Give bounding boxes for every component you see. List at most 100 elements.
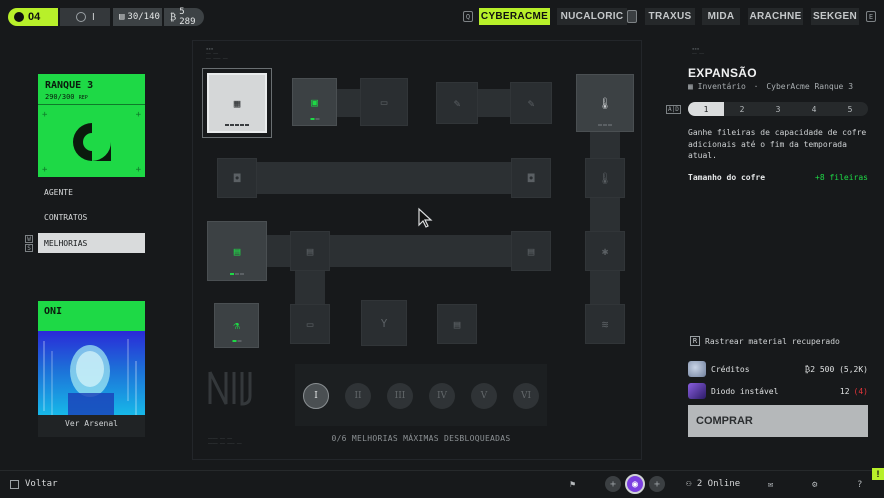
mail-icon[interactable]: ✉	[768, 480, 773, 490]
brand-tab-nucaloric-marker	[627, 10, 637, 23]
view-arsenal-link[interactable]: Ver Arsenal	[38, 419, 145, 428]
tier-4-button[interactable]: IV	[429, 383, 455, 409]
level-1-button[interactable]: 1	[688, 102, 724, 116]
brand-tab-cyberacme[interactable]: CYBERACME	[479, 8, 550, 25]
tier-6-button[interactable]: VI	[513, 383, 539, 409]
online-status[interactable]: ⚇ 2 Online	[686, 479, 740, 489]
upgrade-node[interactable]: ✱	[585, 231, 625, 271]
tier-3-button[interactable]: III	[387, 383, 413, 409]
flask-icon: ⚗	[233, 319, 240, 332]
card-icon: ▤	[453, 317, 461, 331]
upgrade-node[interactable]: ▭	[360, 78, 408, 126]
panel-corner-text: ▪▪▪ —— ——	[692, 46, 705, 56]
level-5-button[interactable]: 5	[832, 102, 868, 116]
back-button[interactable]: Voltar	[10, 479, 58, 489]
menu-melhorias[interactable]: MELHORIAS	[38, 233, 145, 253]
upgrade-node[interactable]: Y	[361, 300, 407, 346]
brand-tab-arachne[interactable]: ARACHNE	[748, 8, 803, 25]
rank-card[interactable]: RANQUE 3 290/300 REP + + + +	[38, 74, 145, 177]
next-brand-key[interactable]: E	[866, 11, 876, 22]
tier-2-button[interactable]: II	[345, 383, 371, 409]
tier-strip	[295, 364, 547, 426]
cost-row-diode: Diodo instável 12 (4)	[688, 383, 868, 399]
upgrade-node[interactable]: ◘	[217, 158, 257, 198]
inventory-icon: ▦	[688, 82, 693, 91]
track-label: Rastrear material recuperado	[705, 336, 840, 346]
node-progress	[225, 124, 249, 126]
level-4-button[interactable]: 4	[796, 102, 832, 116]
menu-agente[interactable]: AGENTE	[38, 182, 145, 202]
oni-card[interactable]: ONI Ver Arsenal	[38, 301, 145, 437]
pencil-icon: ✎	[453, 96, 461, 110]
upgrade-node[interactable]: ▤	[511, 231, 551, 271]
upgrade-node[interactable]: ▤	[290, 231, 330, 271]
upgrade-progress-status: 0/6 MELHORIAS MÁXIMAS DESBLOQUEADAS	[331, 434, 511, 443]
currency-icon: ₿	[170, 12, 177, 23]
cyberacme-logo-icon	[73, 123, 111, 161]
track	[236, 162, 532, 194]
level-switch-keys: A|D	[666, 105, 681, 114]
node-progress	[310, 118, 319, 120]
bottom-bar	[0, 470, 884, 498]
top-bar: 04 I ▤ 30/140 ₿ 5 289 Q CYBERACME NUCALO…	[0, 0, 884, 32]
upgrade-node[interactable]: ▤	[207, 221, 267, 281]
flag-icon[interactable]: ⚑	[570, 480, 575, 490]
upgrade-node[interactable]: ≋	[585, 304, 625, 344]
level-3-button[interactable]: 3	[760, 102, 796, 116]
runner-icon	[14, 12, 24, 22]
cash-icon: ▭	[380, 95, 388, 109]
upgrade-node[interactable]: ✎	[436, 82, 478, 124]
canister-icon: ◘	[527, 171, 535, 185]
menu-contratos[interactable]: CONTRATOS	[38, 207, 145, 227]
gear-icon[interactable]: ⚙	[812, 480, 817, 490]
storage-counter: ▤ 30/140	[113, 8, 162, 26]
breadcrumb-separator: ·	[753, 82, 759, 91]
prev-brand-key[interactable]: Q	[463, 11, 473, 22]
upgrade-node-expansion[interactable]: ▦	[202, 68, 272, 138]
level-2-button[interactable]: 2	[724, 102, 760, 116]
brand-tab-mida[interactable]: MIDA	[702, 8, 740, 25]
rank-badge[interactable]: I	[60, 8, 110, 26]
people-icon: ⚇	[686, 479, 692, 489]
buy-button[interactable]: COMPRAR	[688, 405, 868, 437]
cursor-icon	[418, 207, 433, 228]
currency-value: 5 289	[179, 7, 196, 27]
help-icon[interactable]: ?	[857, 480, 862, 490]
track-key: R	[690, 336, 700, 346]
player-level-badge[interactable]: 04	[8, 8, 58, 26]
back-key-icon	[10, 479, 19, 489]
track	[590, 130, 620, 310]
upgrade-node[interactable]: ▤	[437, 304, 477, 344]
upgrade-node[interactable]: ✎	[510, 82, 552, 124]
track-material-button[interactable]: R Rastrear material recuperado	[690, 336, 840, 346]
canister-icon: ◘	[233, 171, 241, 185]
brand-tab-nucaloric[interactable]: NUCALORIC	[557, 8, 627, 25]
oni-portrait	[38, 331, 145, 415]
cost-amount: 12	[839, 386, 850, 396]
storage-value: 30/140	[127, 12, 160, 22]
upgrade-node[interactable]: ▭	[290, 304, 330, 344]
add-party-right-button[interactable]: +	[649, 476, 665, 492]
pencil-icon: ✎	[527, 96, 535, 110]
upgrade-node[interactable]: ◘	[511, 158, 551, 198]
upgrade-node[interactable]: 🌡	[585, 158, 625, 198]
chip-icon: ✱	[601, 244, 609, 258]
thermo-up-icon: 🌡	[598, 96, 612, 110]
breadcrumb-inventory: Inventário	[697, 82, 746, 91]
upgrade-node[interactable]: 🌡	[576, 74, 634, 132]
thermo-icon: 🌡	[598, 171, 612, 185]
brand-tab-traxus[interactable]: TRAXUS	[645, 8, 695, 25]
upgrade-node[interactable]: ⚗	[214, 303, 259, 348]
tier-5-button[interactable]: V	[471, 383, 497, 409]
rank-title: RANQUE 3	[45, 80, 94, 91]
player-level: 04	[28, 11, 41, 23]
rank-rep: 290/300 REP	[45, 93, 88, 101]
brand-tab-sekgen[interactable]: SEKGEN	[811, 8, 859, 25]
corner-plus-icon: +	[135, 110, 141, 120]
notification-badge[interactable]: !	[872, 468, 884, 480]
upgrade-node[interactable]: ▣	[292, 78, 337, 126]
add-party-left-button[interactable]: +	[605, 476, 621, 492]
corner-plus-icon: +	[135, 165, 141, 175]
player-avatar[interactable]: ◉	[625, 474, 645, 494]
tier-1-button[interactable]: I	[303, 383, 329, 409]
